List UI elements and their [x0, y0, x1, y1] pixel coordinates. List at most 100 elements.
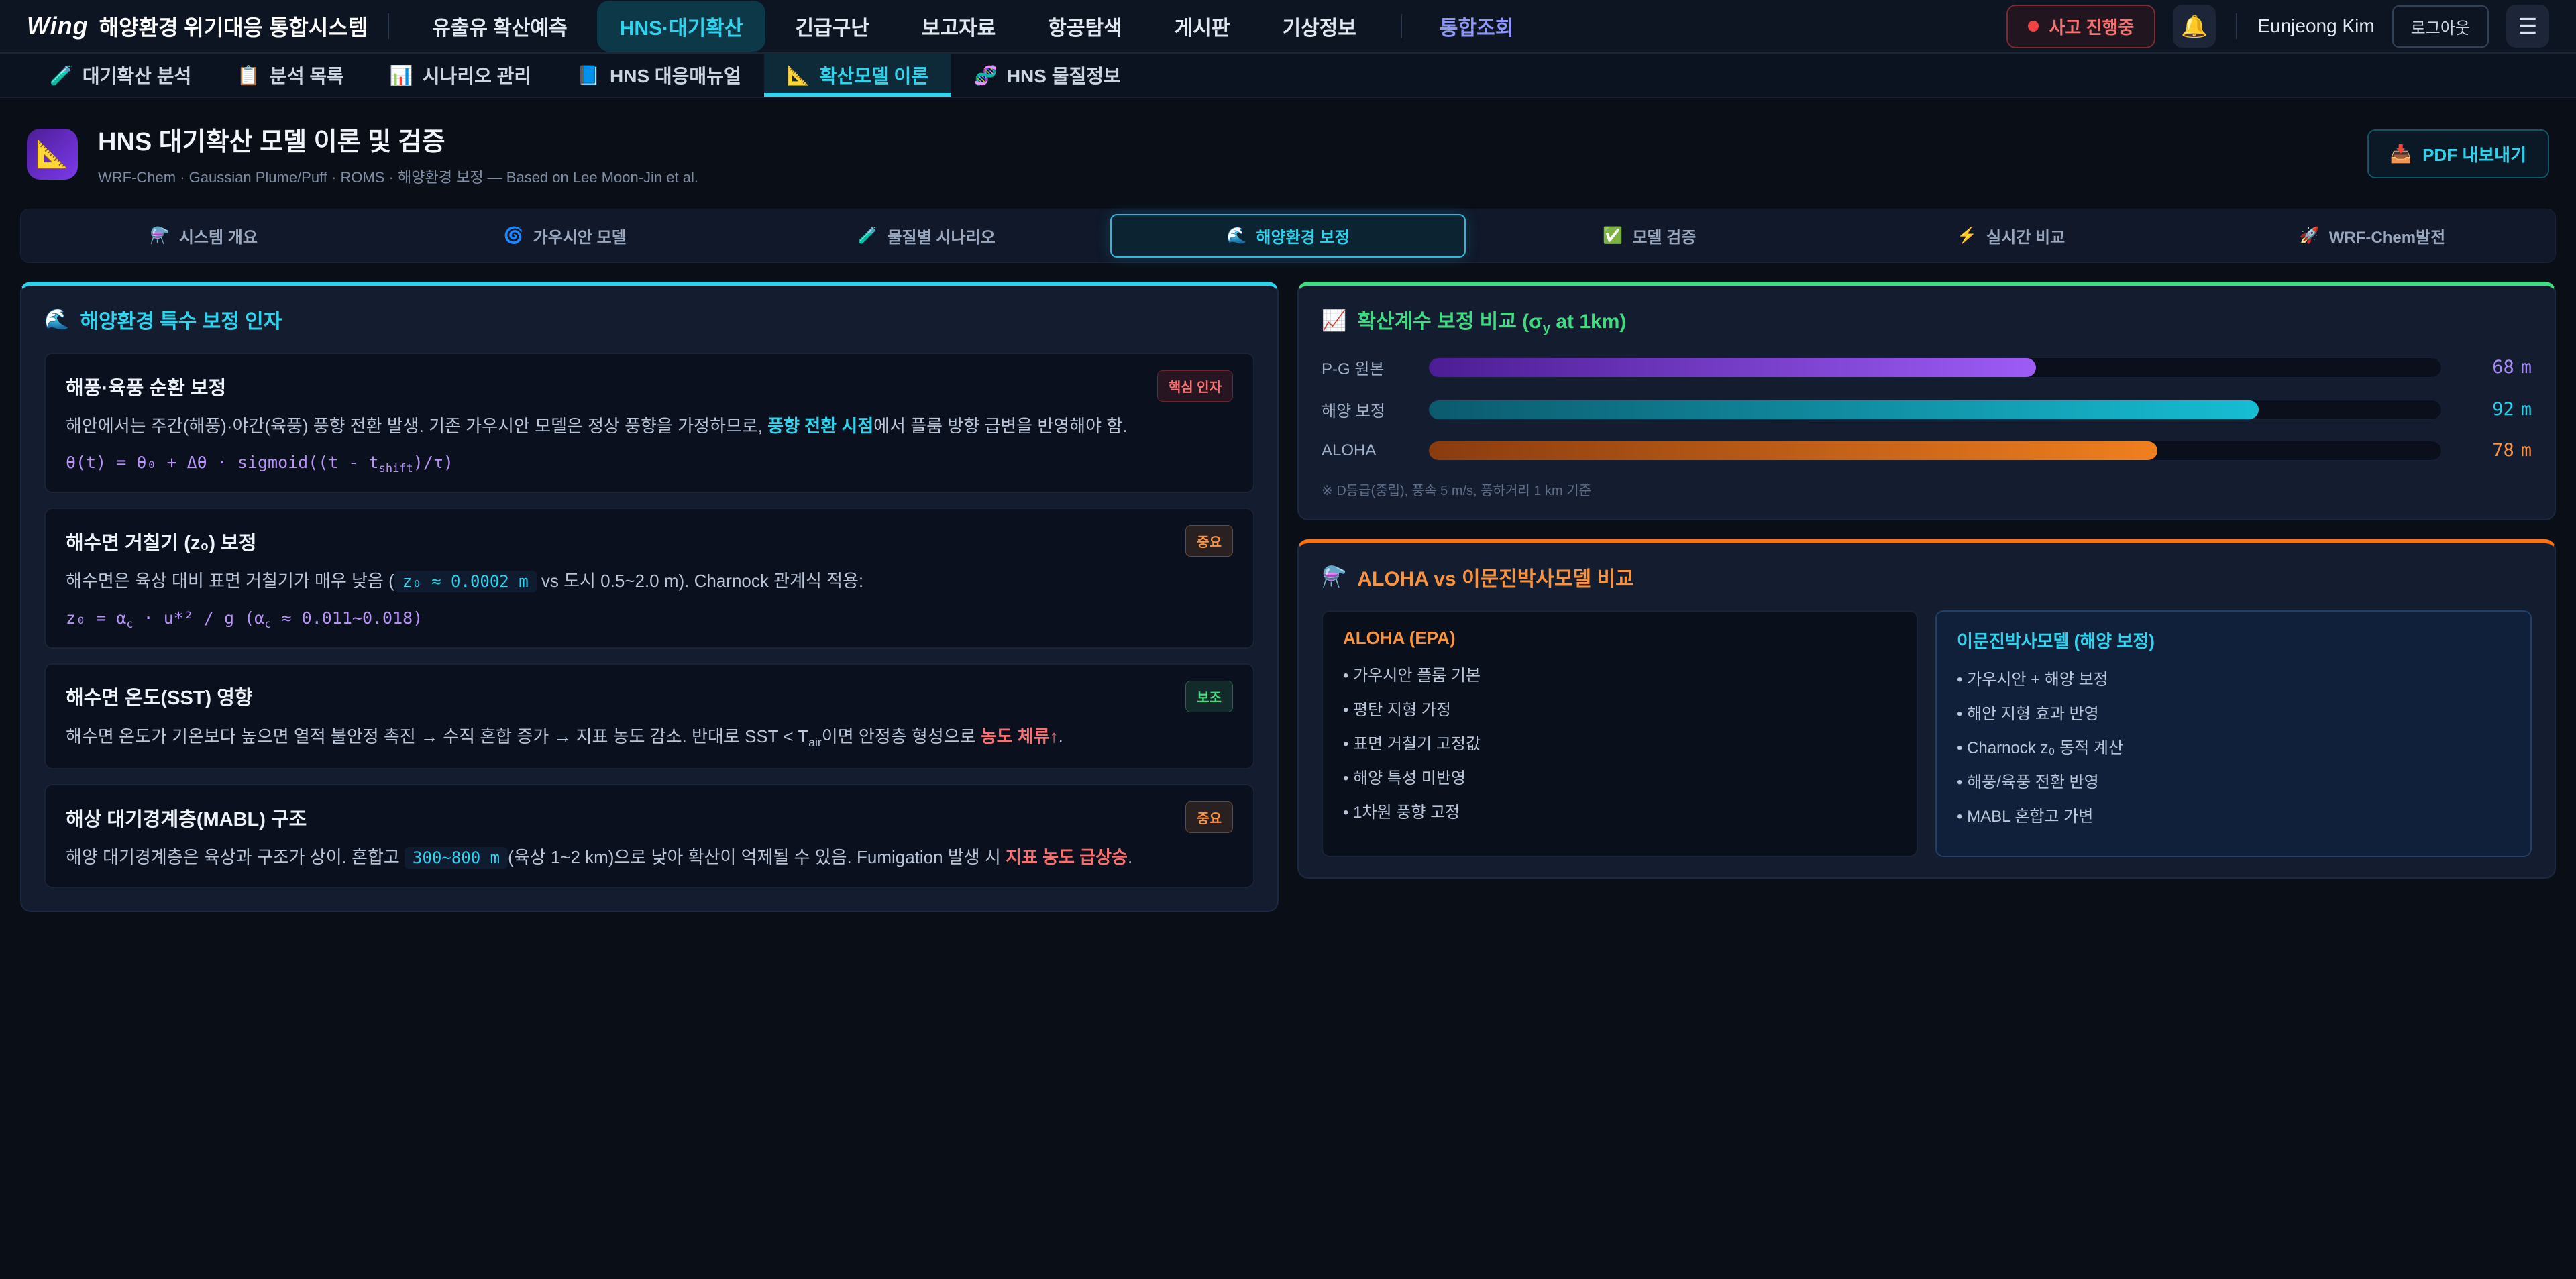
- marine-card-title: 해상 대기경계층(MABL) 구조: [66, 803, 307, 832]
- main-nav: 유출유 확산예측 HNS·대기확산 긴급구난 보고자료 항공탐색 게시판 기상정…: [409, 1, 1536, 52]
- sub-nav-tab[interactable]: 📘 HNS 대응매뉴얼: [554, 54, 764, 97]
- marine-card: 해수면 거칠기 (z₀) 보정 중요 해수면은 육상 대비 표면 거칠기가 매우…: [44, 508, 1254, 648]
- sub-nav-tab-label: HNS 대응매뉴얼: [610, 62, 741, 89]
- section-tab-label: 실시간 비교: [1986, 224, 2065, 247]
- section-tab-icon: 🌊: [1226, 226, 1246, 245]
- sub-nav-tab-icon: 📊: [390, 64, 413, 87]
- bar-row: ALOHA 78m: [1322, 440, 2532, 461]
- section-tab-icon: ⚡: [1957, 226, 1977, 245]
- section-tab[interactable]: ⚡ 실시간 비교: [1833, 214, 2189, 258]
- sub-nav-tab-icon: 📋: [237, 64, 260, 87]
- lee-feature-item: 해안 지형 효과 반영: [1957, 700, 2510, 724]
- section-tab[interactable]: 🚀 WRF-Chem발전: [2194, 214, 2551, 258]
- top-bar: Wing 해양환경 위기대응 통합시스템 유출유 확산예측 HNS·대기확산 긴…: [0, 0, 2576, 54]
- section-tab-bar: ⚗️ 시스템 개요 🌀 가우시안 모델 🧪 물질별 시나리오 🌊 해양환경 보정…: [20, 209, 2556, 263]
- lee-feature-item: MABL 혼합고 가변: [1957, 803, 2510, 826]
- main-nav-item[interactable]: 게시판: [1152, 1, 1253, 52]
- section-tab-icon: ⚗️: [150, 226, 170, 245]
- section-tab[interactable]: 🧪 물질별 시나리오: [749, 214, 1105, 258]
- bar-fill: [1429, 441, 2157, 460]
- pdf-export-button[interactable]: 📥 PDF 내보내기: [2367, 129, 2549, 178]
- app-logo: Wing 해양환경 위기대응 통합시스템: [27, 11, 368, 42]
- top-right-cluster: 사고 진행중 🔔 Eunjeong Kim 로그아웃 ☰: [2006, 5, 2550, 48]
- section-tab[interactable]: 🌊 해양환경 보정: [1110, 214, 1466, 258]
- sub-nav-tab-icon: 🧬: [974, 64, 998, 87]
- aloha-feature-item: 해양 특성 미반영: [1343, 765, 1896, 788]
- section-tab-label: 해양환경 보정: [1256, 224, 1349, 247]
- logo-wing-mark: Wing: [27, 12, 89, 40]
- alembic-icon: ⚗️: [1322, 565, 1346, 589]
- section-tab-label: 시스템 개요: [179, 224, 258, 247]
- section-tab[interactable]: ⚗️ 시스템 개요: [25, 214, 382, 258]
- aloha-feature-item: 표면 거칠기 고정값: [1343, 730, 1896, 754]
- marine-card-description: 해수면은 육상 대비 표면 거칠기가 매우 낮음 (z₀ ≈ 0.0002 m …: [66, 567, 1233, 594]
- marine-card-description: 해양 대기경계층은 육상과 구조가 상이. 혼합고 300~800 m(육상 1…: [66, 844, 1233, 871]
- marine-card-formula: θ(t) = θ₀ + Δθ · sigmoid((t - tshift)/τ): [66, 453, 1233, 476]
- main-nav-item[interactable]: 통합조회: [1417, 1, 1536, 52]
- sub-nav-tab[interactable]: 📊 시나리오 관리: [367, 54, 554, 97]
- incident-label: 사고 진행중: [2049, 14, 2135, 39]
- marine-card-header: 해수면 거칠기 (z₀) 보정 중요: [66, 525, 1233, 557]
- incident-status-badge: 사고 진행중: [2006, 5, 2156, 48]
- priority-badge: 핵심 인자: [1157, 370, 1233, 402]
- priority-badge: 중요: [1185, 525, 1233, 557]
- sub-nav-tab[interactable]: 📐 확산모델 이론: [764, 54, 951, 97]
- page-subtitle: WRF-Chem · Gaussian Plume/Puff · ROMS · …: [98, 166, 698, 187]
- marine-card: 해수면 온도(SST) 영향 보조 해수면 온도가 기온보다 높으면 열적 불안…: [44, 663, 1254, 770]
- bar-value: 92m: [2458, 399, 2532, 420]
- notification-bell-button[interactable]: 🔔: [2173, 5, 2216, 48]
- hamburger-icon: ☰: [2518, 13, 2538, 39]
- marine-card: 해풍·육풍 순환 보정 핵심 인자 해안에서는 주간(해풍)·야간(육풍) 풍향…: [44, 353, 1254, 493]
- main-nav-item[interactable]: 항공탐색: [1025, 1, 1144, 52]
- user-name: Eunjeong Kim: [2257, 15, 2374, 37]
- section-tab-label: 모델 검증: [1632, 224, 1696, 247]
- main-nav-item[interactable]: 긴급구난: [772, 1, 892, 52]
- section-tab-icon: 🌀: [504, 226, 524, 245]
- sub-nav-tab-icon: 📘: [577, 64, 600, 87]
- bar-label: 해양 보정: [1322, 398, 1412, 421]
- sub-nav: 🧪 대기확산 분석 📋 분석 목록 📊 시나리오 관리 📘 HNS 대응매뉴얼 …: [0, 54, 2576, 98]
- main-nav-item[interactable]: 유출유 확산예측: [409, 1, 590, 52]
- bar-value: 68m: [2458, 357, 2532, 378]
- comparison-panel-title-text: ALOHA vs 이문진박사모델 비교: [1357, 562, 1633, 592]
- sub-nav-tab-label: 대기확산 분석: [83, 62, 191, 89]
- bar-value-unit: m: [2521, 399, 2532, 420]
- bar-row: P-G 원본 68m: [1322, 355, 2532, 379]
- bar-fill: [1429, 358, 2036, 377]
- marine-card-header: 해수면 온도(SST) 영향 보조: [66, 681, 1233, 712]
- aloha-feature-list: 가우시안 플룸 기본 평탄 지형 가정 표면 거칠기 고정값 해양 특성 미반영…: [1343, 662, 1896, 822]
- marine-card-title: 해수면 온도(SST) 영향: [66, 682, 253, 710]
- sub-nav-tab[interactable]: 📋 분석 목록: [214, 54, 367, 97]
- aloha-card-title: ALOHA (EPA): [1343, 628, 1896, 649]
- diffusion-comparison-panel: 📈 확산계수 보정 비교 (σy at 1km) P-G 원본 68m: [1297, 282, 2556, 520]
- sub-nav-tab[interactable]: 🧬 HNS 물질정보: [951, 54, 1144, 97]
- section-tab-label: 가우시안 모델: [533, 224, 627, 247]
- bar-value: 78m: [2458, 440, 2532, 461]
- main-nav-item[interactable]: 기상정보: [1259, 1, 1379, 52]
- chart-increasing-icon: 📈: [1322, 309, 1346, 333]
- marine-correction-panel: 🌊 해양환경 특수 보정 인자 해풍·육풍 순환 보정 핵심 인자 해안에서는 …: [20, 282, 1279, 912]
- marine-card-list: 해풍·육풍 순환 보정 핵심 인자 해안에서는 주간(해풍)·야간(육풍) 풍향…: [44, 353, 1254, 888]
- bar-label: P-G 원본: [1322, 355, 1412, 379]
- bar-label: ALOHA: [1322, 441, 1412, 460]
- bar-track: [1428, 400, 2442, 420]
- right-column: 📈 확산계수 보정 비교 (σy at 1km) P-G 원본 68m: [1297, 282, 2556, 879]
- main-content: 🌊 해양환경 특수 보정 인자 해풍·육풍 순환 보정 핵심 인자 해안에서는 …: [0, 263, 2576, 912]
- lee-feature-item: 가우시안 + 해양 보정: [1957, 666, 2510, 689]
- section-tab-label: 물질별 시나리오: [887, 224, 995, 247]
- section-tab[interactable]: ✅ 모델 검증: [1471, 214, 1827, 258]
- lee-feature-item: Charnock z₀ 동적 계산: [1957, 734, 2510, 758]
- aloha-model-card: ALOHA (EPA) 가우시안 플룸 기본 평탄 지형 가정 표면 거칠기 고…: [1322, 610, 1918, 857]
- logout-button[interactable]: 로그아웃: [2392, 5, 2489, 48]
- bar-track: [1428, 357, 2442, 378]
- aloha-feature-item: 가우시안 플룸 기본: [1343, 662, 1896, 685]
- main-nav-item[interactable]: HNS·대기확산: [597, 1, 766, 52]
- section-tab[interactable]: 🌀 가우시안 모델: [387, 214, 743, 258]
- hamburger-menu-button[interactable]: ☰: [2506, 5, 2549, 48]
- sub-nav-tab[interactable]: 🧪 대기확산 분석: [27, 54, 214, 97]
- bar-value-unit: m: [2521, 440, 2532, 461]
- sub-nav-tab-label: 분석 목록: [270, 62, 344, 89]
- triangle-ruler-icon: 📐: [36, 138, 69, 170]
- divider: [388, 13, 389, 39]
- main-nav-item[interactable]: 보고자료: [899, 1, 1018, 52]
